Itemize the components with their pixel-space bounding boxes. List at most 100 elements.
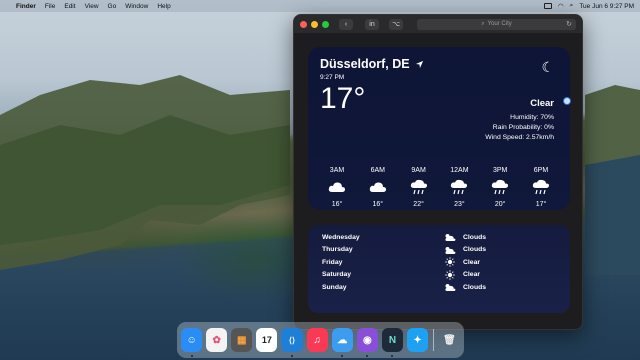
title-bar: ‹ in ⌥ ⌕ Your City ↻	[294, 15, 582, 33]
hourly-item: 12AM 23°	[440, 167, 478, 208]
hourly-item: 6PM 17°	[522, 167, 560, 208]
list-item: Wednesday Clouds	[322, 231, 556, 244]
dock-app-notion[interactable]: N	[381, 328, 403, 357]
dock: ☺ ✿ ▦ 17 ⟨⟩ ♫ ☁ ◉ N ✦ 🗑	[177, 322, 464, 358]
dock-app-trash[interactable]: 🗑	[439, 328, 460, 352]
list-item: Sunday Clouds	[322, 281, 556, 294]
hour-temp: 22°	[413, 201, 424, 208]
day-condition: Clear	[463, 258, 481, 266]
clock-text[interactable]: Tue Jun 6 9:27 PM	[579, 3, 634, 10]
sun-icon	[442, 257, 458, 267]
menu-view[interactable]: View	[85, 3, 99, 10]
hour-temp: 16°	[331, 201, 343, 208]
hour-temp: 23°	[454, 201, 465, 208]
rain-probability-text: Rain Probability: 0%	[492, 124, 554, 131]
dock-app-calendar[interactable]: 17	[256, 328, 278, 352]
dock-app-finder[interactable]: ☺	[181, 328, 203, 357]
hour-label: 3PM	[492, 167, 508, 174]
list-item: Friday Clear	[322, 256, 556, 269]
minimize-button[interactable]	[311, 20, 318, 28]
dock-app-photos[interactable]: ✿	[206, 328, 228, 352]
day-label: Sunday	[322, 283, 347, 291]
dock-app-github-desktop[interactable]: ◉	[356, 328, 378, 357]
rain-cloud-icon	[481, 179, 519, 195]
sun-icon	[442, 270, 458, 280]
menu-go[interactable]: Go	[108, 3, 117, 10]
city-search-field[interactable]: ⌕ Your City ↻	[417, 18, 576, 30]
local-time: 9:27 PM	[320, 74, 345, 81]
dock-app-music[interactable]: ♫	[306, 328, 328, 352]
sidebar-toggle-icon[interactable]: ‹	[339, 18, 353, 30]
github-desktop-icon: ◉	[362, 334, 372, 346]
hour-temp: 16°	[372, 201, 384, 208]
calendar-icon: 17	[261, 335, 272, 345]
menu-help[interactable]: Help	[157, 3, 170, 10]
music-icon: ♫	[313, 334, 321, 346]
hourly-forecast: 3AM 16° 6AM 16° 9AM 22° 12AM 23° 3PM 20°…	[318, 167, 560, 208]
dock-app-vscode[interactable]: ⟨⟩	[281, 328, 303, 357]
finder-icon: ☺	[186, 334, 197, 346]
search-icon: ⌕	[481, 20, 485, 27]
notion-icon: N	[388, 334, 397, 346]
list-item: Saturday Clear	[322, 269, 556, 282]
day-condition: Clear	[463, 271, 481, 279]
twitter-icon: ✦	[413, 334, 422, 346]
menu-edit[interactable]: Edit	[64, 3, 75, 10]
menu-window[interactable]: Window	[125, 3, 148, 10]
wind-speed-text: Wind Speed: 2.57km/h	[485, 134, 554, 141]
day-label: Saturday	[322, 271, 352, 279]
menu-file[interactable]: File	[45, 3, 55, 10]
zoom-button[interactable]	[322, 20, 329, 28]
weather-icon: ☁	[337, 334, 348, 346]
rain-cloud-icon	[440, 179, 478, 195]
day-label: Wednesday	[322, 233, 360, 241]
wifi-icon[interactable]: ◠	[558, 2, 564, 10]
rain-cloud-icon	[400, 179, 438, 195]
weather-details: Humidity: 70% Rain Probability: 0% Wind …	[485, 113, 554, 143]
day-label: Friday	[322, 258, 343, 266]
day-condition: Clouds	[463, 283, 487, 291]
hourly-item: 9AM 22°	[400, 167, 438, 208]
battery-icon[interactable]	[544, 3, 552, 9]
hour-label: 6PM	[533, 167, 549, 174]
linkedin-button[interactable]: in	[365, 18, 379, 30]
hour-label: 12AM	[450, 167, 469, 174]
weather-app-window: ‹ in ⌥ ⌕ Your City ↻ Düsseldorf, DE 9:27…	[293, 14, 583, 330]
calculator-icon: ▦	[237, 334, 247, 346]
search-icon[interactable]: ⌕	[570, 2, 574, 10]
current-temperature: 17°	[320, 82, 366, 115]
hour-temp: 20°	[494, 201, 506, 208]
menu-bar: Finder File Edit View Go Window Help ◠ ⌕…	[0, 0, 640, 12]
city-search-placeholder: Your City	[487, 21, 512, 27]
dock-app-weather[interactable]: ☁	[331, 328, 353, 357]
cloud-icon	[359, 179, 397, 195]
vscode-icon: ⟨⟩	[288, 335, 296, 345]
hour-label: 3AM	[329, 167, 345, 174]
reload-icon[interactable]: ↻	[566, 20, 572, 28]
hour-label: 9AM	[411, 167, 426, 174]
cloud-icon	[318, 179, 356, 195]
current-condition: Clear	[530, 98, 554, 109]
humidity-text: Humidity: 70%	[510, 114, 554, 121]
dock-app-calculator[interactable]: ▦	[231, 328, 253, 352]
hourly-item: 6AM 16°	[359, 167, 397, 208]
cloud-sun-icon	[442, 233, 458, 242]
current-weather-card: Düsseldorf, DE 9:27 PM 17° ☾ Clear Humid…	[308, 47, 570, 210]
moon-stars-icon: ☾	[541, 59, 554, 75]
dock-separator	[433, 329, 434, 351]
photos-icon: ✿	[212, 334, 221, 346]
menu-finder[interactable]: Finder	[16, 3, 36, 10]
day-label: Thursday	[322, 246, 353, 254]
list-item: Thursday Clouds	[322, 244, 556, 257]
day-condition: Clouds	[463, 246, 487, 254]
location-arrow-icon	[415, 60, 423, 68]
github-button[interactable]: ⌥	[389, 18, 403, 30]
scroll-indicator[interactable]	[563, 97, 571, 105]
city-name: Düsseldorf, DE	[320, 57, 410, 71]
close-button[interactable]	[300, 20, 307, 28]
weekly-forecast-card: Wednesday Clouds Thursday Clouds Friday …	[308, 225, 570, 313]
day-condition: Clouds	[463, 233, 487, 241]
hourly-item: 3AM 16°	[318, 167, 356, 208]
dock-app-twitter[interactable]: ✦	[406, 328, 429, 352]
hourly-item: 3PM 20°	[481, 167, 519, 208]
